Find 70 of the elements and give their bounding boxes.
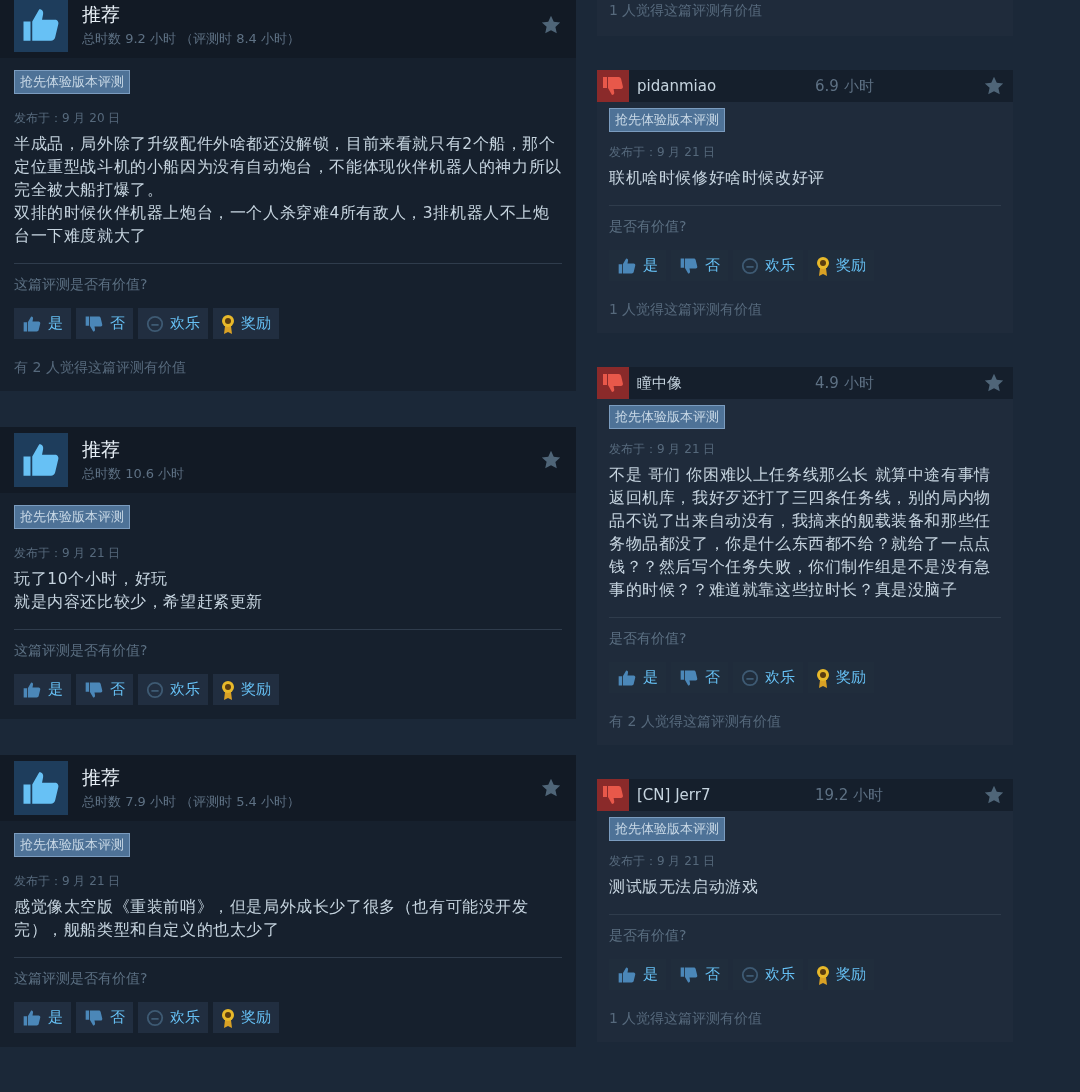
- award-icon: [816, 255, 830, 276]
- helpful-question: 是否有价值?: [609, 927, 687, 945]
- vote-button[interactable]: 是: [14, 308, 71, 339]
- award-icon: [816, 667, 830, 688]
- star-icon[interactable]: [983, 75, 1005, 97]
- recommendation-title: 推荐: [82, 765, 121, 790]
- award-icon: [816, 964, 830, 985]
- smiley-icon: [146, 314, 164, 333]
- playtime-text: 总时数 9.2 小时 （评测时 8.4 小时）: [82, 30, 301, 48]
- review-text: 不是 哥们 你困难以上任务线那么长 就算中途有事情返回机库，我好歹还打了三四条任务线，别的局内物品不说了出来自动没有，我搞来的舰载装备和那些任务物品都没了，你是什么东西都不给？就给了一点点钱？？然后写个任务失败，你们制作组是不是没有急事的时候？？难道就靠这些拉时长？真是没脑子: [609, 465, 992, 601]
- playtime-text: 总时数 7.9 小时 （评测时 5.4 小时）: [82, 793, 301, 811]
- recommendation-title: 推荐: [82, 437, 121, 462]
- star-icon[interactable]: [540, 777, 562, 799]
- review-text: 感觉像太空版《重装前哨》，但是局外成长少了很多（也有可能没开发完），舰船类型和自定义的也太少了: [14, 897, 530, 941]
- review-text: 玩了10个小时，好玩: [14, 569, 169, 590]
- vote-button[interactable]: 欢乐: [138, 674, 208, 705]
- early-access-badge: 抢先体验版本评测: [609, 405, 725, 429]
- review-text: 双排的时候伙伴机器上炮台，一个人杀穿难4所有敌人，3排机器人不上炮台一下难度就大了: [14, 203, 551, 247]
- playtime-text: 4.9 小时: [815, 373, 875, 393]
- helpful-count: 有 2 人觉得这篇评测有价值: [14, 359, 186, 377]
- star-icon[interactable]: [983, 372, 1005, 394]
- vote-button[interactable]: 奖励: [213, 674, 279, 705]
- playtime-text: 总时数 10.6 小时: [82, 465, 186, 483]
- helpful-count: 1 人觉得这篇评测有价值: [597, 0, 1013, 36]
- star-icon[interactable]: [983, 784, 1005, 806]
- star-icon[interactable]: [540, 449, 562, 471]
- early-access-badge: 抢先体验版本评测: [609, 817, 725, 841]
- star-icon[interactable]: [540, 14, 562, 36]
- award-icon: [221, 1007, 235, 1028]
- review-text: 半成品，局外除了升级配件外啥都还没解锁，目前来看就只有2个船，那个定位重型战斗机的小船因为没有自动炮台，不能体现伙伴机器人的神力所以完全被大船打爆了。: [14, 134, 562, 201]
- vote-button[interactable]: 否: [76, 308, 133, 339]
- review-text: 联机啥时候修好啥时候改好评: [609, 168, 826, 189]
- early-access-badge: 抢先体验版本评测: [14, 505, 130, 529]
- helpful-question: 这篇评测是否有价值?: [14, 642, 148, 660]
- posted-date: 发布于：9 月 21 日: [14, 545, 121, 562]
- vote-button[interactable]: 否: [76, 1002, 133, 1033]
- smiley-icon: [741, 668, 759, 687]
- review-text: 测试版无法启动游戏: [609, 877, 760, 898]
- helpful-count: 1 人觉得这篇评测有价值: [609, 1010, 763, 1028]
- vote-button[interactable]: 是: [14, 674, 71, 705]
- posted-date: 发布于：9 月 20 日: [14, 110, 121, 127]
- helpful-question: 这篇评测是否有价值?: [14, 276, 148, 294]
- vote-button[interactable]: 欢乐: [138, 1002, 208, 1033]
- vote-button[interactable]: 奖励: [213, 1002, 279, 1033]
- helpful-question: 是否有价值?: [609, 218, 687, 236]
- posted-date: 发布于：9 月 21 日: [14, 873, 121, 890]
- smiley-icon: [741, 965, 759, 984]
- helpful-question: 是否有价值?: [609, 630, 687, 648]
- vote-button[interactable]: 是: [14, 1002, 71, 1033]
- helpful-question: 这篇评测是否有价值?: [14, 970, 148, 988]
- smiley-icon: [741, 256, 759, 275]
- review-text: 就是内容还比较少，希望赶紧更新: [14, 592, 264, 613]
- early-access-badge: 抢先体验版本评测: [609, 108, 725, 132]
- vote-button[interactable]: 欢乐: [138, 308, 208, 339]
- award-icon: [221, 313, 235, 334]
- author-name[interactable]: 瞳中像: [637, 373, 807, 393]
- author-name[interactable]: [CN] Jerr7: [637, 786, 807, 804]
- smiley-icon: [146, 680, 164, 699]
- helpful-count: 有 2 人觉得这篇评测有价值: [609, 713, 781, 731]
- author-name[interactable]: pidanmiao: [637, 77, 807, 95]
- vote-button[interactable]: 否: [76, 674, 133, 705]
- vote-button[interactable]: 奖励: [213, 308, 279, 339]
- playtime-text: 19.2 小时: [815, 785, 885, 805]
- playtime-text: 6.9 小时: [815, 76, 875, 96]
- early-access-badge: 抢先体验版本评测: [14, 70, 130, 94]
- helpful-count: 1 人觉得这篇评测有价值: [609, 301, 763, 319]
- award-icon: [221, 679, 235, 700]
- recommendation-title: 推荐: [82, 2, 121, 27]
- smiley-icon: [146, 1008, 164, 1027]
- early-access-badge: 抢先体验版本评测: [14, 833, 130, 857]
